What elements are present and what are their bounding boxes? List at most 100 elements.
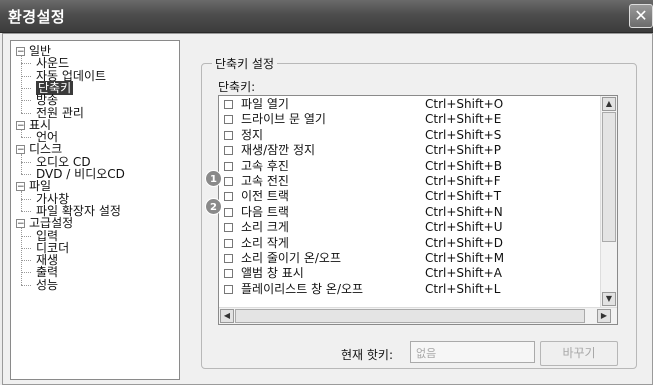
shortcut-checkbox[interactable] bbox=[224, 207, 233, 217]
group-title: 단축키 설정 bbox=[212, 55, 278, 72]
shortcut-row[interactable]: 드라이브 문 열기 Ctrl+Shift+E bbox=[219, 112, 599, 127]
shortcut-name: 정지 bbox=[241, 127, 264, 142]
shortcut-name: 고속 후진 bbox=[241, 158, 289, 173]
shortcut-key: Ctrl+Shift+N bbox=[425, 204, 503, 219]
shortcut-row[interactable]: 고속 후진 Ctrl+Shift+B bbox=[219, 159, 599, 174]
annotation-marker-2: 2 bbox=[205, 198, 222, 215]
shortcut-checkbox[interactable] bbox=[224, 130, 233, 140]
shortcut-name: 소리 작게 bbox=[241, 235, 289, 250]
shortcut-name: 소리 크게 bbox=[241, 220, 289, 235]
tree-connector bbox=[21, 161, 31, 163]
scroll-thumb[interactable] bbox=[602, 112, 616, 242]
window-title: 환경설정 bbox=[8, 8, 66, 26]
scroll-up-button[interactable]: ▲ bbox=[602, 97, 616, 111]
shortcut-name: 재생/잠깐 정지 bbox=[241, 143, 316, 158]
shortcut-key: Ctrl+Shift+O bbox=[425, 97, 504, 111]
tree-connector bbox=[21, 174, 31, 175]
shortcut-name: 플레이리스트 창 온/오프 bbox=[241, 281, 364, 296]
settings-window: 환경설정 ✕ − 일반 사운드 자동 업데이트 단축키 방송 전원 관리 − 표시 언어 − 디스크 오… bbox=[0, 0, 653, 385]
shortcut-key: Ctrl+Shift+T bbox=[425, 189, 502, 204]
shortcut-checkbox[interactable] bbox=[224, 254, 233, 263]
tree-expander[interactable]: − bbox=[16, 47, 25, 57]
shortcut-checkbox[interactable] bbox=[224, 284, 233, 294]
shortcut-key: Ctrl+Shift+L bbox=[425, 281, 501, 296]
shortcut-row[interactable]: 재생/잠깐 정지 Ctrl+Shift+P bbox=[219, 143, 599, 158]
shortcut-key: Ctrl+Shift+U bbox=[425, 220, 503, 235]
vertical-scrollbar[interactable]: ▲ ▼ bbox=[600, 96, 617, 308]
shortcut-row[interactable]: 소리 크게 Ctrl+Shift+U bbox=[219, 220, 599, 235]
shortcut-name: 소리 줄이기 온/오프 bbox=[241, 251, 341, 265]
tree-connector bbox=[21, 210, 31, 212]
shortcut-name: 드라이브 문 열기 bbox=[241, 112, 326, 127]
shortcut-checkbox[interactable] bbox=[224, 269, 233, 279]
tree-connector bbox=[21, 284, 31, 286]
shortcut-row[interactable]: 고속 전진 Ctrl+Shift+F bbox=[219, 174, 599, 189]
tree-expander[interactable]: − bbox=[16, 120, 25, 130]
shortcut-name: 다음 트랙 bbox=[241, 204, 289, 219]
tree-item[interactable]: 성능 bbox=[36, 278, 58, 292]
settings-category-tree: − 일반 사운드 자동 업데이트 단축키 방송 전원 관리 − 표시 언어 − 디스크 오디오 CD DV… bbox=[10, 40, 180, 380]
change-hotkey-button[interactable]: 바꾸기 bbox=[540, 341, 618, 366]
annotation-marker-1: 1 bbox=[205, 170, 222, 187]
tree-connector bbox=[21, 247, 31, 249]
shortcut-row[interactable]: 앨범 창 표시 Ctrl+Shift+A bbox=[219, 266, 599, 281]
current-hotkey-field[interactable]: 없음 bbox=[410, 341, 535, 363]
current-hotkey-label: 현재 핫키: bbox=[341, 348, 394, 362]
tree-item-label: 성능 bbox=[36, 277, 59, 292]
tree-connector bbox=[21, 100, 31, 102]
tree-connector bbox=[21, 75, 31, 77]
tree-expander[interactable]: − bbox=[16, 182, 25, 192]
shortcut-checkbox[interactable] bbox=[224, 223, 233, 233]
shortcut-key: Ctrl+Shift+B bbox=[425, 158, 502, 173]
shortcut-row[interactable]: 정지 Ctrl+Shift+S bbox=[219, 128, 599, 143]
shortcut-list[interactable]: 플레이리스트 창 온/오프 Ctrl+Shift+L 앨범 창 표시 Ctrl+Shi… bbox=[218, 95, 618, 325]
tree-connector bbox=[21, 87, 31, 89]
scroll-left-button[interactable]: ◀ bbox=[220, 309, 234, 323]
shortcut-row[interactable]: 소리 줄이기 온/오프 Ctrl+Shift+M bbox=[219, 251, 599, 266]
shortcut-checkbox[interactable] bbox=[224, 146, 233, 156]
shortcut-key: Ctrl+Shift+S bbox=[425, 127, 502, 142]
shortcut-list-label: 단축키: bbox=[218, 80, 256, 94]
shortcut-checkbox[interactable] bbox=[224, 100, 233, 109]
shortcut-checkbox[interactable] bbox=[224, 238, 233, 248]
title-bar: 환경설정 ✕ bbox=[0, 0, 653, 33]
tree-expander[interactable]: − bbox=[16, 219, 25, 229]
shortcut-checkbox[interactable] bbox=[224, 115, 233, 125]
shortcut-key: Ctrl+Shift+F bbox=[425, 174, 501, 188]
shortcut-checkbox[interactable] bbox=[224, 161, 233, 171]
shortcut-key: Ctrl+Shift+D bbox=[425, 235, 503, 250]
scroll-right-button[interactable]: ▶ bbox=[597, 309, 611, 323]
tree-connector bbox=[21, 191, 22, 212]
tree-connector bbox=[21, 272, 31, 274]
tree-connector bbox=[21, 112, 31, 114]
shortcut-row[interactable]: 파일 열기 Ctrl+Shift+O bbox=[219, 97, 599, 112]
shortcut-key: Ctrl+Shift+M bbox=[425, 251, 505, 265]
shortcut-name: 고속 전진 bbox=[241, 174, 289, 188]
shortcut-checkbox[interactable] bbox=[224, 192, 233, 202]
shortcut-name: 파일 열기 bbox=[241, 97, 289, 111]
tree-connector bbox=[21, 63, 31, 65]
shortcut-row[interactable]: 다음 트랙 Ctrl+Shift+N bbox=[219, 205, 599, 220]
shortcut-row[interactable]: 플레이리스트 창 온/오프 Ctrl+Shift+L bbox=[219, 282, 599, 297]
shortcut-name: 이전 트랙 bbox=[241, 189, 289, 204]
tree-connector bbox=[21, 198, 31, 200]
tree-connector bbox=[21, 154, 22, 175]
shortcut-name: 앨범 창 표시 bbox=[241, 266, 304, 281]
horizontal-scroll-thumb[interactable] bbox=[235, 309, 585, 323]
tree-connector bbox=[21, 260, 31, 262]
close-button[interactable]: ✕ bbox=[629, 4, 653, 28]
shortcut-key: Ctrl+Shift+P bbox=[425, 143, 501, 158]
tree-connector bbox=[21, 235, 31, 237]
tree-connector bbox=[21, 56, 22, 113]
scroll-down-button[interactable]: ▼ bbox=[602, 292, 616, 306]
shortcut-row[interactable]: 이전 트랙 Ctrl+Shift+T bbox=[219, 189, 599, 204]
tree-connector bbox=[21, 129, 22, 138]
shortcut-key: Ctrl+Shift+A bbox=[425, 266, 502, 281]
tree-connector bbox=[21, 228, 22, 285]
horizontal-scrollbar[interactable]: ◀ ▶ bbox=[219, 307, 617, 324]
tree-expander[interactable]: − bbox=[16, 145, 25, 155]
shortcut-key: Ctrl+Shift+E bbox=[425, 112, 502, 127]
shortcut-row[interactable]: 소리 작게 Ctrl+Shift+D bbox=[219, 236, 599, 251]
tree-connector bbox=[21, 137, 31, 139]
shortcut-checkbox[interactable] bbox=[224, 177, 233, 186]
